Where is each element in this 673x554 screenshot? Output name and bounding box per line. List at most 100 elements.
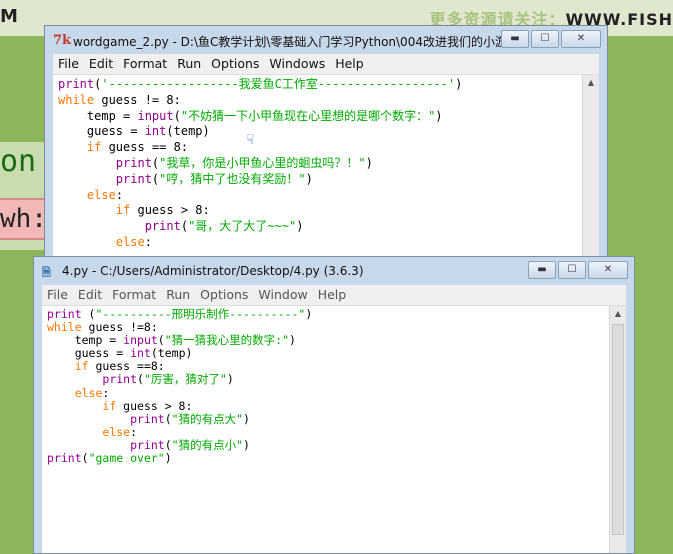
idle-window-4py[interactable]: 🗎 4.py - C:/Users/Administrator/Desktop/… bbox=[33, 256, 635, 554]
python-idle-icon: 7k bbox=[53, 33, 72, 48]
code-token: guess = bbox=[58, 124, 145, 139]
code-token: ) bbox=[289, 333, 296, 348]
code-token: ) bbox=[164, 451, 172, 466]
python-file-icon: 🗎 bbox=[42, 266, 51, 279]
maximize-icon[interactable]: ☐ bbox=[558, 261, 586, 279]
minimize-icon[interactable]: ▬ bbox=[501, 30, 529, 48]
code-token: input bbox=[137, 108, 174, 123]
code-token: ( bbox=[180, 219, 189, 234]
code-line[interactable]: else: bbox=[58, 188, 462, 204]
vertical-scrollbar[interactable]: ▲ bbox=[582, 75, 599, 258]
code-line[interactable]: while guess != 8: bbox=[58, 93, 462, 109]
window-controls: ▬ ☐ ✕ bbox=[526, 261, 628, 279]
code-token: if bbox=[115, 203, 131, 218]
code-line[interactable]: print("我草，你是小甲鱼心里的蛔虫吗？！") bbox=[58, 156, 462, 172]
code-editor[interactable]: print ("----------邢明乐制作----------") while… bbox=[42, 306, 626, 553]
window-title: wordgame_2.py - D:\鱼C教学计划\零基础入门学习Python\… bbox=[73, 35, 513, 49]
code-token: "哥，大了大了~~~" bbox=[188, 219, 297, 234]
menu-windows[interactable]: Windows bbox=[264, 54, 330, 71]
menu-run[interactable]: Run bbox=[172, 54, 206, 71]
code-line[interactable]: if guess > 8: bbox=[58, 203, 462, 219]
scroll-up-icon[interactable]: ▲ bbox=[610, 306, 626, 322]
close-icon[interactable]: ✕ bbox=[588, 261, 628, 279]
window-controls: ▬ ☐ ✕ bbox=[499, 30, 601, 48]
scroll-up-icon[interactable]: ▲ bbox=[583, 75, 599, 91]
maximize-icon[interactable]: ☐ bbox=[531, 30, 559, 48]
code-token: ( bbox=[137, 372, 144, 387]
menu-file[interactable]: File bbox=[42, 285, 73, 302]
menu-help[interactable]: Help bbox=[313, 285, 352, 302]
code-line[interactable]: print("哼，猜中了也没有奖励！") bbox=[58, 172, 462, 188]
code-token: else bbox=[115, 234, 145, 249]
menu-run[interactable]: Run bbox=[161, 285, 195, 302]
code-token: ) bbox=[455, 77, 463, 91]
code-token: else bbox=[102, 424, 131, 439]
code-token: guess > 8: bbox=[130, 203, 210, 218]
menu-edit[interactable]: Edit bbox=[73, 285, 107, 302]
code-token: : bbox=[130, 424, 138, 439]
code-token: print bbox=[115, 171, 152, 186]
code-token: print bbox=[47, 451, 82, 466]
menu-options[interactable]: Options bbox=[195, 285, 253, 302]
code-token: '------------------我爱鱼C工作室--------------… bbox=[101, 77, 456, 91]
menu-options[interactable]: Options bbox=[206, 54, 264, 71]
code-editor[interactable]: print('------------------我爱鱼C工作室--------… bbox=[53, 75, 599, 258]
background-code-fragment-2: wh: bbox=[0, 204, 47, 234]
close-icon[interactable]: ✕ bbox=[561, 30, 601, 48]
code-token: ) bbox=[243, 437, 250, 452]
code-line[interactable]: temp = input("不妨猜一下小甲鱼现在心里想的是哪个数字：") bbox=[58, 109, 462, 125]
code-token: print bbox=[144, 219, 181, 234]
code-line[interactable]: print('------------------我爱鱼C工作室--------… bbox=[58, 77, 462, 93]
code-line[interactable]: else: bbox=[58, 235, 462, 251]
menu-window[interactable]: Window bbox=[253, 285, 312, 302]
menu-bar: File Edit Format Run Options Window Help bbox=[42, 285, 626, 306]
code-line[interactable]: print("哥，大了大了~~~") bbox=[58, 219, 462, 235]
scrollbar-thumb[interactable] bbox=[612, 324, 624, 535]
code-token: print bbox=[47, 307, 82, 321]
code-text[interactable]: print ("----------邢明乐制作----------") while… bbox=[47, 307, 313, 466]
code-token: "game over" bbox=[88, 451, 165, 466]
code-token: "猜的有点小" bbox=[171, 437, 244, 452]
code-token: int bbox=[144, 124, 167, 139]
idle-window-wordgame[interactable]: 7k wordgame_2.py - D:\鱼C教学计划\零基础入门学习Pyth… bbox=[44, 25, 608, 259]
code-token: "厉害，猜对了" bbox=[143, 372, 227, 387]
code-token: else bbox=[86, 187, 116, 202]
code-line[interactable]: print("game over") bbox=[47, 451, 312, 466]
code-token: if bbox=[86, 140, 102, 155]
menu-format[interactable]: Format bbox=[118, 54, 172, 71]
menu-file[interactable]: File bbox=[53, 54, 84, 71]
background-code-fragment: on bbox=[0, 144, 37, 179]
title-bar[interactable]: 🗎 4.py - C:/Users/Administrator/Desktop/… bbox=[34, 257, 634, 285]
code-token: ( bbox=[164, 437, 172, 452]
code-text[interactable]: print('------------------我爱鱼C工作室--------… bbox=[58, 77, 462, 251]
menu-edit[interactable]: Edit bbox=[84, 54, 118, 71]
code-token: guess !=8: bbox=[81, 320, 158, 335]
title-bar[interactable]: 7k wordgame_2.py - D:\鱼C教学计划\零基础入门学习Pyth… bbox=[45, 26, 607, 54]
code-token: print bbox=[102, 372, 138, 387]
code-token: (temp) bbox=[150, 346, 193, 361]
code-token: ( bbox=[157, 333, 165, 348]
code-token: int bbox=[130, 346, 151, 361]
menu-format[interactable]: Format bbox=[107, 285, 161, 302]
code-token: temp = bbox=[58, 108, 138, 123]
menu-bar: File Edit Format Run Options Windows Help bbox=[53, 54, 599, 75]
window-title: 4.py - C:/Users/Administrator/Desktop/4.… bbox=[62, 264, 364, 278]
code-token: ) bbox=[305, 307, 313, 321]
menu-help[interactable]: Help bbox=[330, 54, 369, 71]
minimize-icon[interactable]: ▬ bbox=[528, 261, 556, 279]
code-token: while bbox=[58, 92, 95, 107]
code-token: else bbox=[74, 385, 103, 400]
vertical-scrollbar[interactable]: ▲ bbox=[609, 306, 626, 553]
code-token: print bbox=[115, 155, 152, 170]
code-token: : bbox=[102, 385, 110, 400]
code-token: "猜一猜我心里的数字:" bbox=[164, 333, 290, 348]
